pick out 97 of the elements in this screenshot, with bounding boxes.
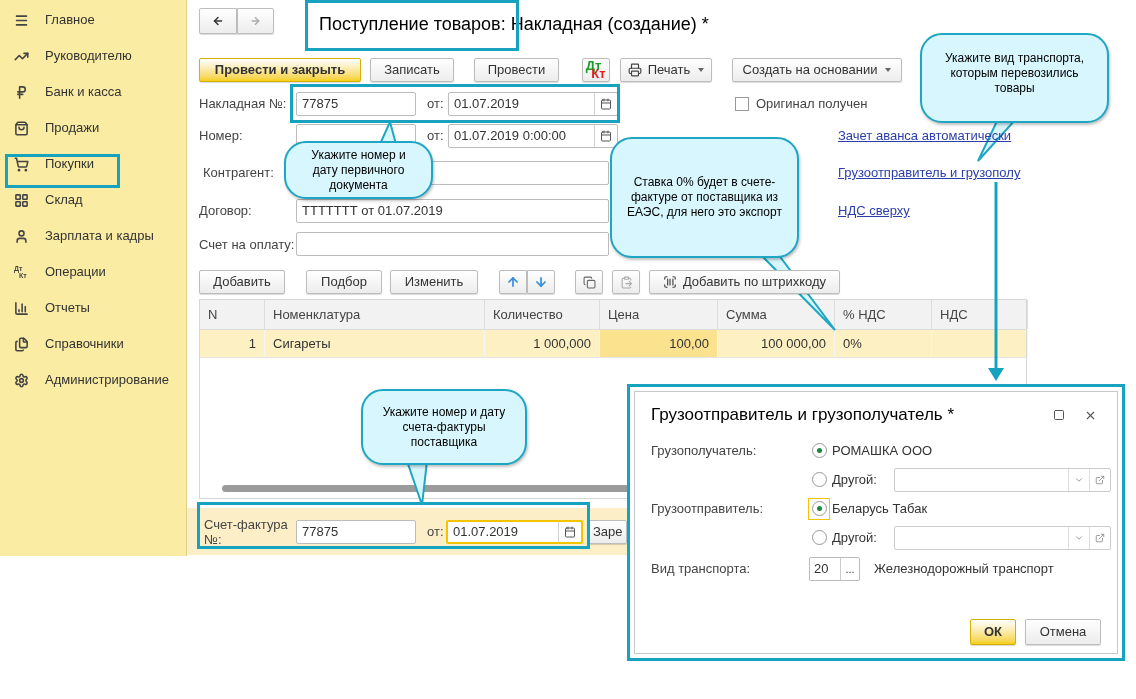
radio-button[interactable] [808, 497, 830, 520]
copy-icon [582, 275, 596, 289]
post-and-close-button[interactable]: Провести и закрыть [199, 58, 361, 82]
sidebar-item[interactable]: Руководителю [0, 38, 186, 74]
field-label: Грузоотправитель: [651, 499, 765, 518]
choose-button[interactable]: ... [840, 558, 859, 580]
column-header[interactable]: Количество [485, 300, 600, 329]
date-field[interactable]: 01.07.2019 [446, 519, 583, 544]
checkbox[interactable] [735, 97, 749, 111]
field-label: Номер: [199, 127, 244, 146]
sidebar-item[interactable]: Отчеты [0, 290, 186, 326]
calendar-icon [600, 130, 612, 142]
column-header[interactable]: НДС [932, 300, 1028, 329]
table-cell: 0% [835, 330, 932, 357]
radio-label: Другой: [832, 528, 878, 547]
paste-button[interactable] [612, 270, 640, 294]
column-header[interactable]: Номенклатура [265, 300, 485, 329]
maximize-icon[interactable] [1053, 409, 1065, 421]
hint-tooltip: Укажите номер и дату счета-фактуры поставщика [361, 389, 527, 465]
date-field[interactable]: 01.07.2019 0:00:00 [448, 124, 618, 148]
menu-item-icon [14, 12, 29, 28]
contract-field[interactable]: ТТТТТТТ от 01.07.2019 [296, 199, 609, 223]
ok-button[interactable]: ОК [970, 619, 1016, 645]
hint-tooltip: Укажите вид транспорта, которым перевозились товары [920, 33, 1109, 123]
add-by-barcode-button[interactable]: Добавить по штрихкоду [649, 270, 840, 294]
menu-item-icon [14, 228, 29, 244]
transport-code-field[interactable]: 20 ... [809, 557, 860, 581]
radio-label: РОМАШКА ООО [832, 441, 933, 460]
printer-icon [627, 63, 642, 77]
column-header[interactable]: N [200, 300, 265, 329]
open-icon [1095, 474, 1105, 485]
copy-button[interactable] [575, 270, 603, 294]
menu-item-icon [14, 372, 29, 388]
dialog-title: Грузоотправитель и грузополучатель * [651, 404, 955, 427]
menu-item-icon [14, 300, 29, 316]
sidebar-item[interactable]: Склад [0, 182, 186, 218]
back-button[interactable] [199, 8, 237, 34]
sidebar-item[interactable]: Покупки [0, 146, 186, 182]
invoice-number-field[interactable]: 77875 [296, 519, 416, 544]
caret-icon [885, 68, 892, 72]
barcode-icon [662, 275, 677, 289]
sidebar-item[interactable]: Банк и касса [0, 74, 186, 110]
table-cell: 100 000,00 [718, 330, 835, 357]
caret-icon [698, 68, 705, 72]
field-label: Накладная №: [199, 95, 288, 114]
field-label: Вид транспорта: [651, 560, 752, 579]
transport-name: Железнодорожный транспорт [874, 560, 1054, 579]
hint-tooltip: Укажите номер и дату первичного документа [284, 141, 433, 199]
date-field[interactable]: 01.07.2019 [448, 92, 618, 116]
field-label: Счет-фактура №: [204, 516, 289, 547]
paste-icon [619, 275, 633, 289]
table-row[interactable]: 1 Сигареты 1 000,000 100,00 100 000,00 0% [200, 330, 1026, 358]
field-label: Контрагент: [203, 164, 275, 183]
field-label: Грузополучатель: [651, 441, 758, 460]
menu-item-icon [14, 192, 29, 208]
table-button[interactable]: Добавить [199, 270, 285, 294]
field-label: Счет на оплату: [199, 236, 296, 252]
radio-label: Другой: [832, 470, 878, 489]
table-cell: 100,00 [600, 330, 718, 357]
cancel-button[interactable]: Отмена [1025, 619, 1101, 645]
hint-tooltip: Ставка 0% будет в счете-фактуре от поставщика из ЕАЭС, для него это экспорт [610, 137, 799, 258]
table-button[interactable]: Изменить [390, 270, 478, 294]
vat-on-top-link[interactable]: НДС сверху [838, 201, 910, 221]
menu-item-icon [14, 156, 29, 172]
move-up-button[interactable] [499, 270, 527, 294]
table-cell: Сигареты [265, 330, 485, 357]
field-label: от: [427, 95, 445, 114]
column-header[interactable]: % НДС [835, 300, 932, 329]
radio-label: Беларусь Табак [832, 499, 928, 518]
move-down-button[interactable] [527, 270, 555, 294]
toolbar-button[interactable]: Записать [370, 58, 454, 82]
checkbox-label: Оригинал получен [756, 95, 868, 114]
field-label: Договор: [199, 202, 253, 221]
sidebar-item[interactable]: Продажи [0, 110, 186, 146]
create-based-on-button[interactable]: Создать на основании [732, 58, 902, 82]
calendar-icon [564, 525, 576, 538]
column-header[interactable]: Цена [600, 300, 718, 329]
sidebar-item[interactable]: Справочники [0, 326, 186, 362]
print-button[interactable]: Печать [620, 58, 712, 82]
payment-invoice-field[interactable] [296, 232, 609, 256]
open-icon [1095, 532, 1105, 543]
sidebar-item[interactable]: Главное [0, 2, 186, 38]
select-field[interactable] [894, 525, 1111, 550]
consignor-link[interactable]: Грузоотправитель и грузополу [838, 163, 1021, 183]
toolbar-button[interactable]: Провести [474, 58, 559, 82]
table-button[interactable]: Подбор [306, 270, 382, 294]
invoice-number-field[interactable]: 77875 [296, 92, 416, 116]
register-button[interactable]: Заре [587, 519, 627, 544]
select-field[interactable] [894, 467, 1111, 492]
menu-item-icon [14, 336, 29, 352]
table-cell: 1 [200, 330, 265, 357]
menu-item-icon [14, 84, 29, 100]
menu-item-icon [14, 120, 29, 136]
calendar-icon [600, 98, 612, 110]
sidebar-item[interactable]: Зарплата и кадры [0, 218, 186, 254]
field-label: от: [427, 522, 445, 541]
sidebar-item[interactable]: Администрирование [0, 362, 186, 398]
